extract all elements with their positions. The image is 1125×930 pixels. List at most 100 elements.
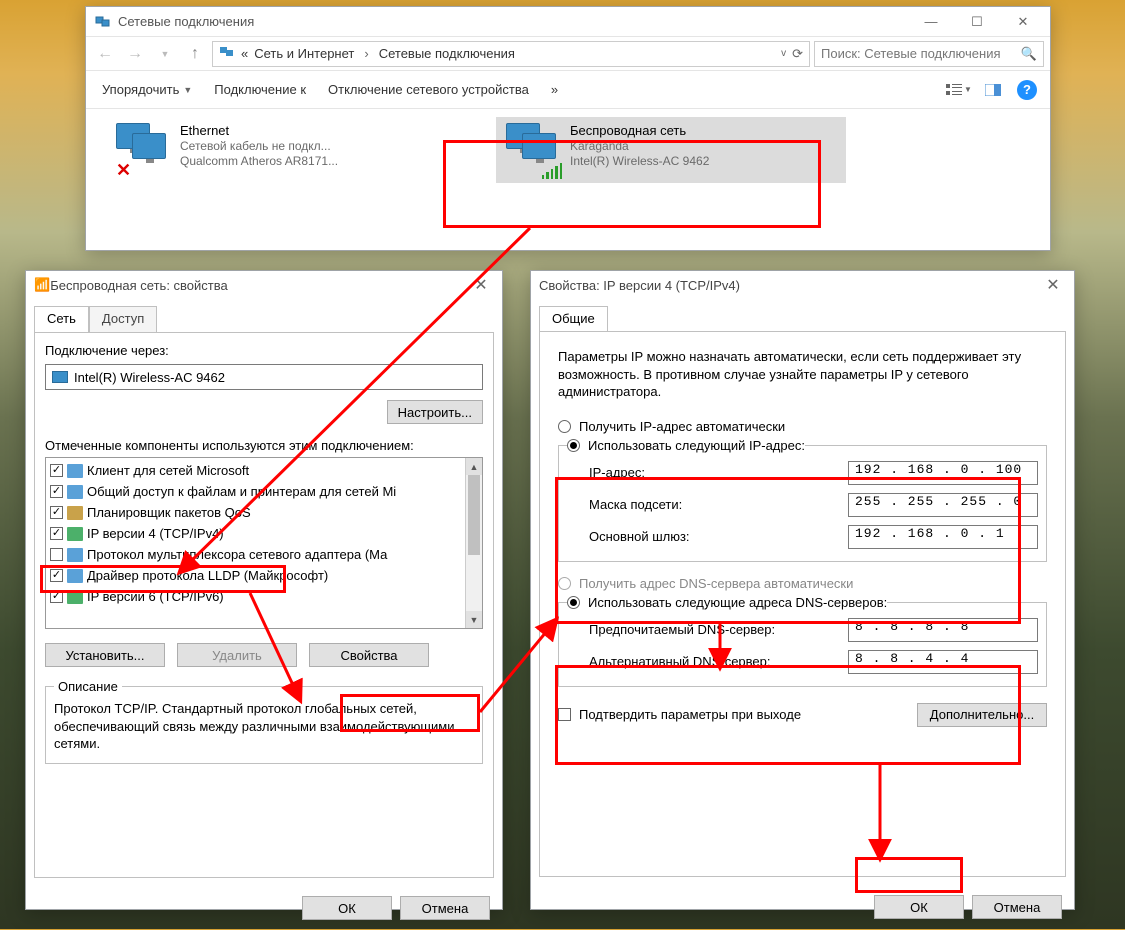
dialog-titlebar[interactable]: 📶 Беспроводная сеть: свойства ✕ (26, 271, 502, 299)
overflow-menu[interactable]: » (545, 78, 564, 101)
organize-menu[interactable]: Упорядочить ▼ (96, 78, 198, 101)
window-title: Сетевые подключения (118, 14, 254, 29)
disable-device-label: Отключение сетевого устройства (328, 82, 529, 97)
tab-access[interactable]: Доступ (89, 306, 157, 333)
gw-value: 192 . 168 . 0 . 1 (855, 526, 1005, 541)
radio-icon (558, 420, 571, 433)
dns1-value: 8 . 8 . 8 . 8 (855, 619, 969, 634)
preview-pane-icon[interactable] (980, 77, 1006, 103)
advanced-button[interactable]: Дополнительно... (917, 703, 1047, 727)
address-dropdown[interactable]: v (781, 48, 786, 59)
dialog-title: Беспроводная сеть: свойства (50, 278, 228, 293)
checkbox-icon[interactable] (50, 464, 63, 477)
confirm-on-exit-checkbox[interactable]: Подтвердить параметры при выходе (558, 707, 801, 722)
back-button[interactable]: ← (92, 41, 118, 67)
forward-button[interactable]: → (122, 41, 148, 67)
ok-button[interactable]: ОК (302, 896, 392, 920)
dialog-icon: 📶 (34, 277, 50, 293)
organize-label: Упорядочить (102, 82, 179, 97)
advanced-label: Дополнительно... (930, 707, 1034, 722)
dns2-input[interactable]: 8 . 8 . 4 . 4 (848, 650, 1038, 674)
ok-button[interactable]: ОК (874, 895, 964, 919)
up-button[interactable]: ↑ (182, 41, 208, 67)
breadcrumb-1[interactable]: Сеть и Интернет (254, 46, 354, 61)
network-connections-window: Сетевые подключения — ☐ ✕ ← → ▼ ↑ « Сеть… (85, 6, 1051, 251)
component-item[interactable]: Клиент для сетей Microsoft (46, 460, 465, 481)
checkbox-icon[interactable] (50, 548, 63, 561)
disconnected-icon: ✕ (116, 163, 132, 179)
chevron-right-icon[interactable]: › (360, 46, 372, 61)
ip-label: IP-адрес: (589, 465, 836, 480)
checkbox-icon[interactable] (50, 506, 63, 519)
help-button[interactable]: ? (1014, 77, 1040, 103)
manual-dns-radio-row[interactable]: Использовать следующие адреса DNS-сервер… (567, 595, 887, 610)
close-button[interactable]: ✕ (1000, 7, 1046, 37)
breadcrumb-2[interactable]: Сетевые подключения (379, 46, 515, 61)
tab-network[interactable]: Сеть (34, 306, 89, 333)
cancel-button[interactable]: Отмена (972, 895, 1062, 919)
tab-network-label: Сеть (47, 311, 76, 326)
install-button[interactable]: Установить... (45, 643, 165, 667)
component-icon (67, 485, 83, 499)
component-item[interactable]: IP версии 6 (TCP/IPv6) (46, 586, 465, 607)
view-options-icon[interactable]: ▼ (946, 77, 972, 103)
connection-device: Intel(R) Wireless-AC 9462 (570, 154, 709, 168)
manual-ip-label: Использовать следующий IP-адрес: (588, 438, 805, 453)
checkbox-icon[interactable] (50, 485, 63, 498)
radio-icon (558, 577, 571, 590)
component-item[interactable]: Общий доступ к файлам и принтерам для се… (46, 481, 465, 502)
configure-button[interactable]: Настроить... (387, 400, 483, 424)
properties-button[interactable]: Свойства (309, 643, 429, 667)
dialog-buttons: ОК Отмена (26, 886, 502, 930)
component-label: Общий доступ к файлам и принтерам для се… (87, 484, 396, 499)
component-item[interactable]: Протокол мультиплексора сетевого адаптер… (46, 544, 465, 565)
connect-to-menu[interactable]: Подключение к (208, 78, 312, 101)
component-icon (67, 506, 83, 520)
checkbox-icon[interactable] (50, 569, 63, 582)
app-icon (94, 13, 112, 31)
ok-label: ОК (338, 901, 356, 916)
checkbox-icon[interactable] (50, 590, 63, 603)
components-listbox[interactable]: Клиент для сетей Microsoft Общий доступ к… (45, 457, 483, 629)
scroll-down-button[interactable]: ▼ (466, 611, 482, 628)
remove-button[interactable]: Удалить (177, 643, 297, 667)
checkbox-icon[interactable] (50, 527, 63, 540)
search-icon[interactable]: 🔍 (1021, 46, 1037, 62)
minimize-button[interactable]: — (908, 7, 954, 37)
description-text: Протокол TCP/IP. Стандартный протокол гл… (54, 700, 474, 753)
component-item[interactable]: IP версии 4 (TCP/IPv4) (46, 523, 465, 544)
checkbox-icon (558, 708, 571, 721)
address-bar[interactable]: « Сеть и Интернет › Сетевые подключения … (212, 41, 810, 67)
gateway-input[interactable]: 192 . 168 . 0 . 1 (848, 525, 1038, 549)
search-box[interactable]: Поиск: Сетевые подключения 🔍 (814, 41, 1044, 67)
dns1-input[interactable]: 8 . 8 . 8 . 8 (848, 618, 1038, 642)
close-button[interactable]: ✕ (468, 275, 494, 295)
components-label: Отмеченные компоненты используются этим … (45, 438, 483, 453)
disable-device-menu[interactable]: Отключение сетевого устройства (322, 78, 535, 101)
connection-ethernet[interactable]: ✕ Ethernet Сетевой кабель не подкл... Qu… (106, 117, 456, 183)
cancel-button[interactable]: Отмена (400, 896, 490, 920)
tab-general[interactable]: Общие (539, 306, 608, 332)
close-button[interactable]: ✕ (1040, 275, 1066, 295)
tab-general-label: Общие (552, 311, 595, 326)
scrollbar[interactable]: ▲ ▼ (465, 458, 482, 628)
ip-input[interactable]: 192 . 168 . 0 . 100 (848, 461, 1038, 485)
component-label: Драйвер протокола LLDP (Майкрософт) (87, 568, 328, 583)
maximize-button[interactable]: ☐ (954, 7, 1000, 37)
signal-icon (542, 163, 562, 179)
connection-wifi[interactable]: Беспроводная сеть Karaganda Intel(R) Wir… (496, 117, 846, 183)
mask-input[interactable]: 255 . 255 . 255 . 0 (848, 493, 1038, 517)
nav-bar: ← → ▼ ↑ « Сеть и Интернет › Сетевые подк… (86, 37, 1050, 71)
component-item[interactable]: Планировщик пакетов QoS (46, 502, 465, 523)
component-item[interactable]: Драйвер протокола LLDP (Майкрософт) (46, 565, 465, 586)
help-icon: ? (1017, 80, 1037, 100)
scroll-thumb[interactable] (468, 475, 480, 555)
connection-title: Ethernet (180, 123, 338, 138)
manual-ip-radio-row[interactable]: Использовать следующий IP-адрес: (567, 438, 805, 453)
recent-dropdown[interactable]: ▼ (152, 41, 178, 67)
dialog-titlebar[interactable]: Свойства: IP версии 4 (TCP/IPv4) ✕ (531, 271, 1074, 299)
titlebar[interactable]: Сетевые подключения — ☐ ✕ (86, 7, 1050, 37)
scroll-up-button[interactable]: ▲ (466, 458, 482, 475)
refresh-button[interactable]: ⟳ (792, 46, 803, 62)
auto-ip-radio-row[interactable]: Получить IP-адрес автоматически (558, 419, 1047, 434)
